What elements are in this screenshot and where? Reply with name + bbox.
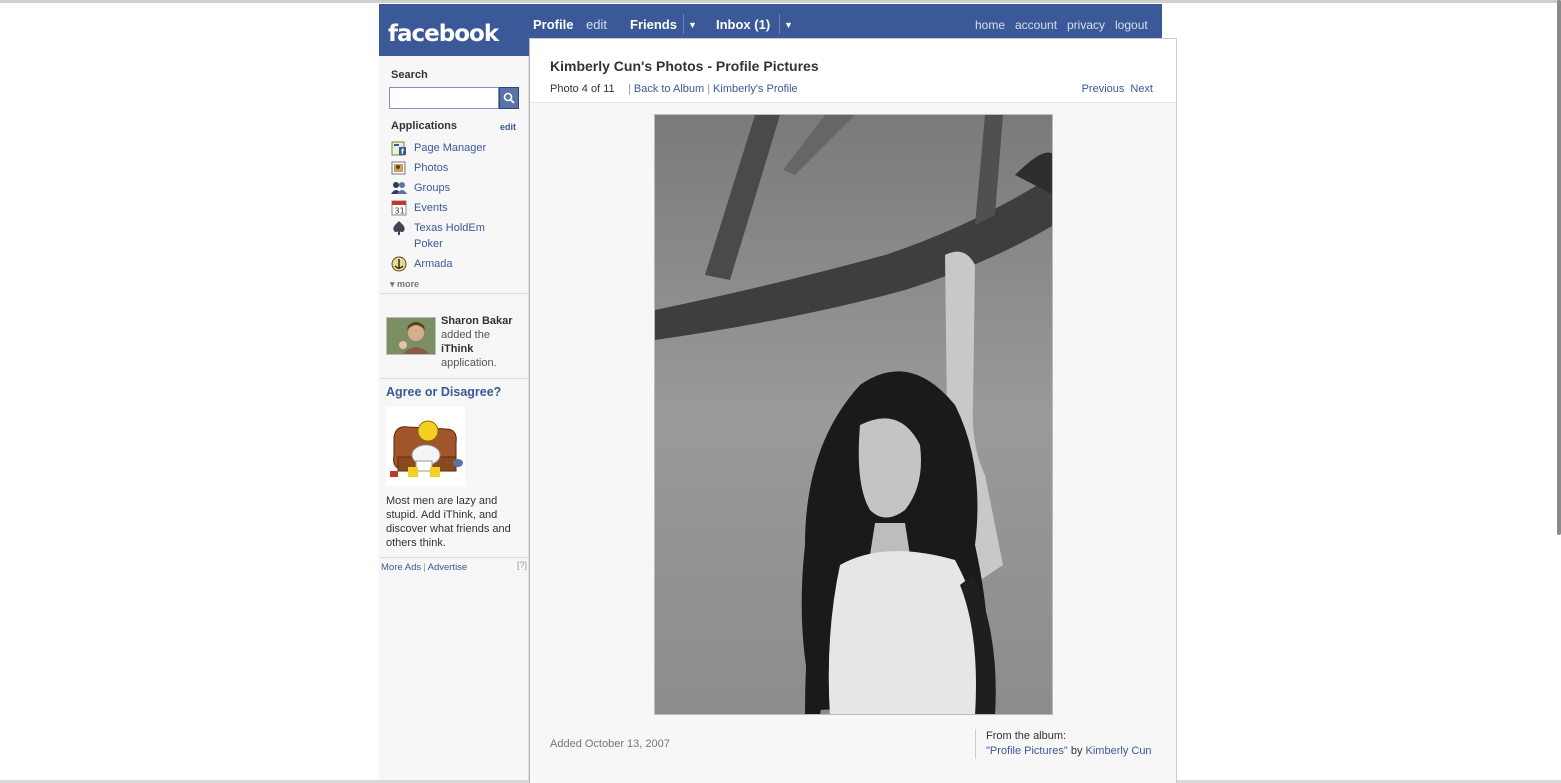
nav-friends[interactable]: Friends — [630, 17, 677, 32]
armada-icon — [391, 256, 407, 272]
sidebar-item-label: Groups — [414, 182, 451, 194]
search-button[interactable] — [499, 87, 519, 109]
nav-profile[interactable]: Profile — [533, 17, 573, 32]
photos-icon — [391, 161, 406, 175]
groups-icon — [391, 182, 407, 194]
more-apps-link[interactable]: ▾ more — [390, 279, 419, 290]
previous-photo-link[interactable]: Previous — [1082, 83, 1125, 95]
browser-top-edge — [0, 0, 1561, 3]
ad-image[interactable] — [386, 407, 465, 486]
sidebar-item-groups[interactable]: Groups — [391, 180, 521, 196]
page-manager-icon: f — [391, 141, 406, 156]
ad-help-link[interactable]: [?] — [517, 560, 527, 570]
nav-inbox[interactable]: Inbox (1) — [716, 17, 770, 32]
sidebar-divider — [379, 293, 529, 294]
nav-home[interactable]: home — [975, 18, 1005, 32]
sidebar-divider — [379, 557, 529, 558]
search-input[interactable] — [389, 87, 499, 109]
nav-logout[interactable]: logout — [1115, 18, 1148, 32]
inbox-dropdown-icon[interactable]: ▼ — [784, 20, 793, 30]
more-ads-link[interactable]: More Ads — [381, 562, 421, 573]
photo-image — [655, 115, 1052, 714]
photo-header: Kimberly Cun's Photos - Profile Pictures… — [530, 39, 1176, 103]
expand-arrow-icon: ▾ — [390, 279, 395, 289]
sidebar-item-page-manager[interactable]: f Page Manager — [391, 140, 521, 156]
search-label: Search — [391, 69, 428, 81]
ad-body: Most men are lazy and stupid. Add iThink… — [386, 495, 511, 549]
sidebar: facebook Search Applications edit f Page… — [379, 4, 529, 780]
from-album-label: From the album: — [986, 730, 1067, 742]
album-by-label: by — [1070, 745, 1083, 757]
album-owner-link[interactable]: Kimberly Cun — [1086, 745, 1152, 757]
feed-text-part2: application. — [441, 357, 497, 369]
feed-avatar-image — [387, 318, 435, 354]
feed-user-link[interactable]: Sharon Bakar — [441, 315, 513, 327]
photo-content: Kimberly Cun's Photos - Profile Pictures… — [529, 38, 1177, 783]
feed-avatar[interactable] — [386, 317, 436, 355]
photo-pager: Previous Next — [1082, 83, 1153, 95]
feed-story: Sharon Bakar added the iThink applicatio… — [441, 314, 525, 370]
sidebar-item-label: Texas HoldEm Poker — [414, 222, 485, 250]
album-info: From the album: "Profile Pictures" by Ki… — [975, 729, 1155, 759]
poker-icon — [393, 221, 405, 235]
sidebar-footer: More Ads | Advertise [?] — [381, 560, 527, 573]
sidebar-item-poker[interactable]: Texas HoldEm Poker — [391, 220, 521, 252]
ad-title[interactable]: Agree or Disagree? — [386, 385, 501, 399]
sidebar-item-photos[interactable]: Photos — [391, 160, 521, 176]
nav-profile-edit[interactable]: edit — [586, 17, 607, 32]
applications-heading: Applications — [391, 120, 458, 132]
sidebar-item-label: Events — [414, 202, 448, 214]
album-link[interactable]: "Profile Pictures" — [986, 745, 1068, 757]
sidebar-item-label: Photos — [414, 162, 449, 174]
advertise-link[interactable]: Advertise — [428, 562, 468, 573]
back-to-album-link[interactable]: Back to Album — [634, 83, 704, 95]
breadcrumb: | Back to Album | Kimberly's Profile — [628, 83, 798, 95]
photo-added-date: Added October 13, 2007 — [550, 738, 670, 750]
logo-bar: facebook — [379, 4, 529, 56]
facebook-logo[interactable]: facebook — [388, 21, 499, 47]
feed-text-part1: added the — [441, 329, 490, 341]
nav-account[interactable]: account — [1015, 18, 1057, 32]
applications-edit-link[interactable]: edit — [500, 122, 516, 132]
main-photo[interactable] — [654, 114, 1053, 715]
profile-link[interactable]: Kimberly's Profile — [713, 83, 798, 95]
more-apps-label: more — [397, 279, 420, 289]
svg-text:31: 31 — [395, 207, 405, 216]
nav-privacy[interactable]: privacy — [1067, 18, 1105, 32]
sidebar-item-armada[interactable]: Armada — [391, 256, 521, 272]
photo-count: Photo 4 of 11 — [550, 83, 615, 95]
top-navigation: Profile edit Friends ▼ Inbox (1) ▼ home … — [529, 4, 1162, 38]
feed-app-name[interactable]: iThink — [441, 343, 473, 355]
scrollbar[interactable] — [1557, 0, 1561, 535]
sidebar-divider — [379, 378, 529, 379]
ad-cartoon-image — [386, 407, 465, 486]
nav-separator — [779, 14, 780, 34]
sidebar-item-label: Page Manager — [414, 142, 487, 154]
friends-dropdown-icon[interactable]: ▼ — [688, 20, 697, 30]
sidebar-item-label: Armada — [414, 258, 453, 270]
search-icon — [503, 92, 515, 104]
events-icon: 31 — [391, 200, 407, 216]
next-photo-link[interactable]: Next — [1130, 83, 1153, 95]
nav-separator — [683, 14, 684, 34]
sidebar-item-events[interactable]: 31 Events — [391, 200, 521, 216]
page-title: Kimberly Cun's Photos - Profile Pictures — [550, 58, 819, 74]
